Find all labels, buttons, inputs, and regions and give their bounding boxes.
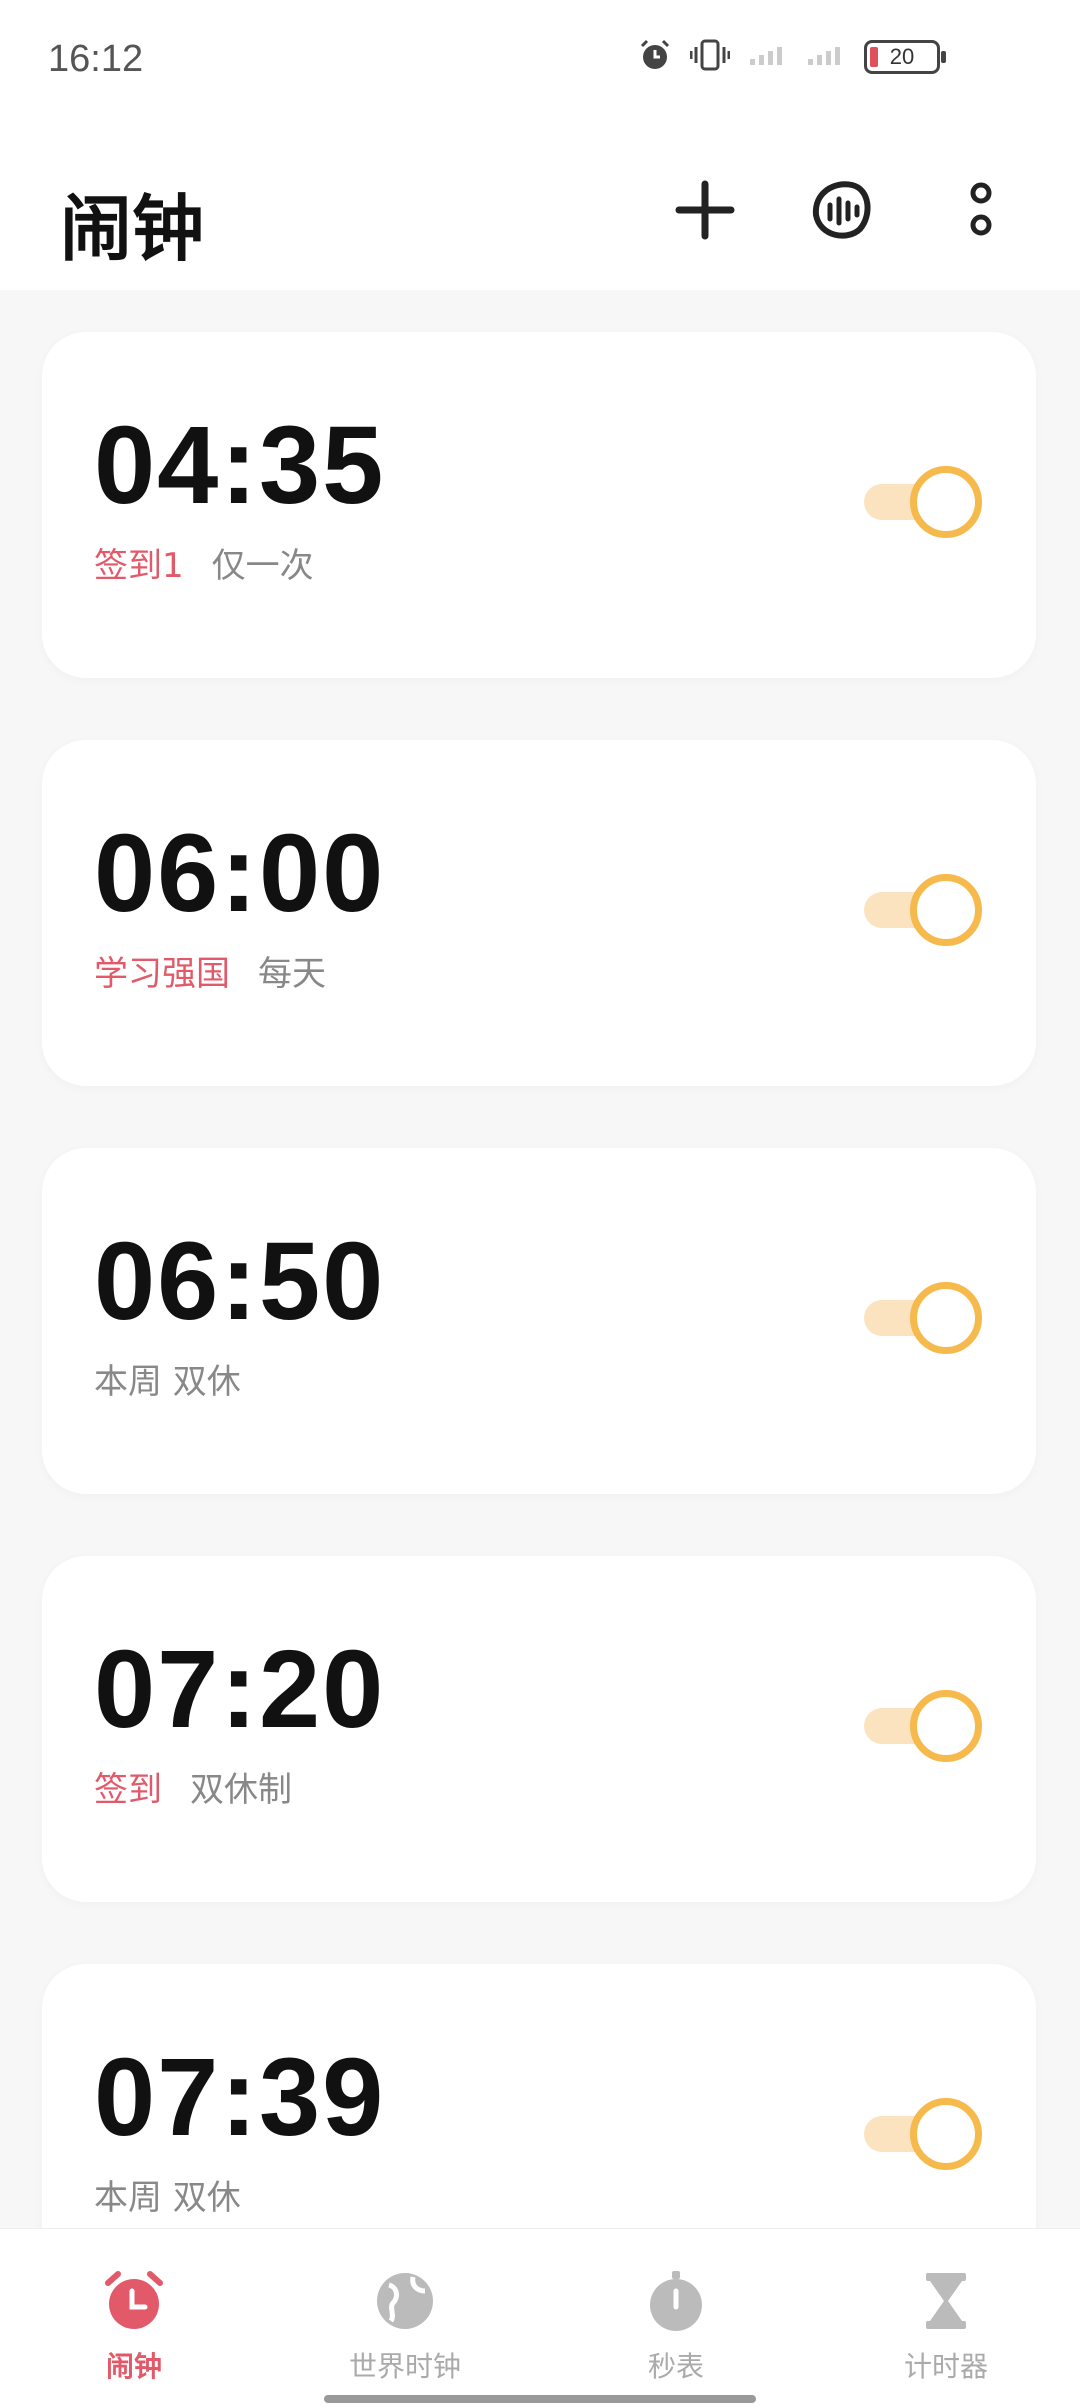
- alarm-time: 06:50: [94, 1220, 386, 1343]
- signal-icon-1: [748, 43, 788, 71]
- status-icons: 20: [638, 38, 946, 76]
- alarm-time: 07:39: [94, 2036, 386, 2159]
- alarm-repeat: 每天: [258, 954, 326, 994]
- alarm-meta: 本周 双休: [94, 2170, 269, 2219]
- alarm-label: 签到: [94, 1770, 162, 1810]
- alarm-toggle[interactable]: [864, 874, 982, 946]
- tab-timer[interactable]: 计时器: [846, 2269, 1046, 2385]
- tab-stopwatch[interactable]: 秒表: [576, 2269, 776, 2385]
- alarm-card[interactable]: 06:00 学习强国 每天: [42, 740, 1036, 1086]
- alarm-label: 学习强国: [94, 954, 230, 994]
- alarm-card[interactable]: 07:20 签到 双休制: [42, 1556, 1036, 1902]
- alarm-toggle[interactable]: [864, 1690, 982, 1762]
- alarm-meta: 签到 双休制: [94, 1762, 292, 1811]
- alarm-clock-icon: [102, 2269, 166, 2333]
- alarm-toggle[interactable]: [864, 2098, 982, 2170]
- bottom-nav: 闹钟 世界时钟 秒表 计时器: [0, 2228, 1080, 2408]
- battery-icon: 20: [864, 40, 946, 74]
- alarm-time: 04:35: [94, 404, 386, 527]
- toggle-knob: [910, 874, 982, 946]
- globe-icon: [373, 2269, 437, 2333]
- alarm-label: 本周 双休: [94, 2178, 241, 2218]
- alarm-meta: 签到1 仅一次: [94, 538, 314, 587]
- status-time: 16:12: [48, 38, 144, 80]
- toggle-knob: [910, 1690, 982, 1762]
- tab-alarm[interactable]: 闹钟: [34, 2269, 234, 2385]
- signal-icon-2: [806, 43, 846, 71]
- tab-world-clock[interactable]: 世界时钟: [305, 2269, 505, 2385]
- alarm-status-icon: [638, 38, 672, 76]
- tab-label: 闹钟: [105, 2350, 162, 2383]
- hourglass-icon: [914, 2269, 978, 2333]
- alarm-time: 06:00: [94, 812, 386, 935]
- page-title: 闹钟: [60, 187, 205, 271]
- sound-wave-icon: [812, 181, 871, 239]
- status-bar: 16:12 20: [0, 0, 1080, 120]
- voice-alarm-button[interactable]: [796, 165, 886, 255]
- alarm-time: 07:20: [94, 1628, 386, 1751]
- add-alarm-button[interactable]: [660, 165, 750, 255]
- toggle-knob: [910, 1282, 982, 1354]
- alarm-toggle[interactable]: [864, 466, 982, 538]
- plus-icon: [675, 180, 735, 240]
- alarm-repeat: 仅一次: [211, 546, 314, 586]
- toggle-knob: [910, 466, 982, 538]
- alarm-label: 签到1: [94, 546, 184, 586]
- battery-level: 20: [889, 44, 915, 69]
- alarm-card[interactable]: 04:35 签到1 仅一次: [42, 332, 1036, 678]
- toggle-knob: [910, 2098, 982, 2170]
- alarm-meta: 本周 双休: [94, 1354, 269, 1403]
- vibrate-icon: [689, 38, 731, 76]
- tab-label: 世界时钟: [348, 2350, 461, 2383]
- stopwatch-icon: [644, 2269, 708, 2333]
- alarm-card[interactable]: 06:50 本周 双休: [42, 1148, 1036, 1494]
- clock-app-screen: 16:12 20 闹钟 04:35 签到1 仅一次 06:00 学习强国 每天 …: [0, 0, 1080, 2408]
- alarm-label: 本周 双休: [94, 1362, 241, 1402]
- alarm-meta: 学习强国 每天: [94, 946, 326, 995]
- more-vertical-icon: [970, 182, 992, 236]
- alarm-toggle[interactable]: [864, 1282, 982, 1354]
- more-options-button[interactable]: [936, 165, 1026, 255]
- alarm-repeat: 双休制: [190, 1770, 292, 1810]
- tab-label: 计时器: [903, 2350, 988, 2383]
- home-indicator[interactable]: [324, 2395, 756, 2403]
- app-header: 闹钟: [0, 120, 1080, 290]
- tab-label: 秒表: [647, 2350, 704, 2383]
